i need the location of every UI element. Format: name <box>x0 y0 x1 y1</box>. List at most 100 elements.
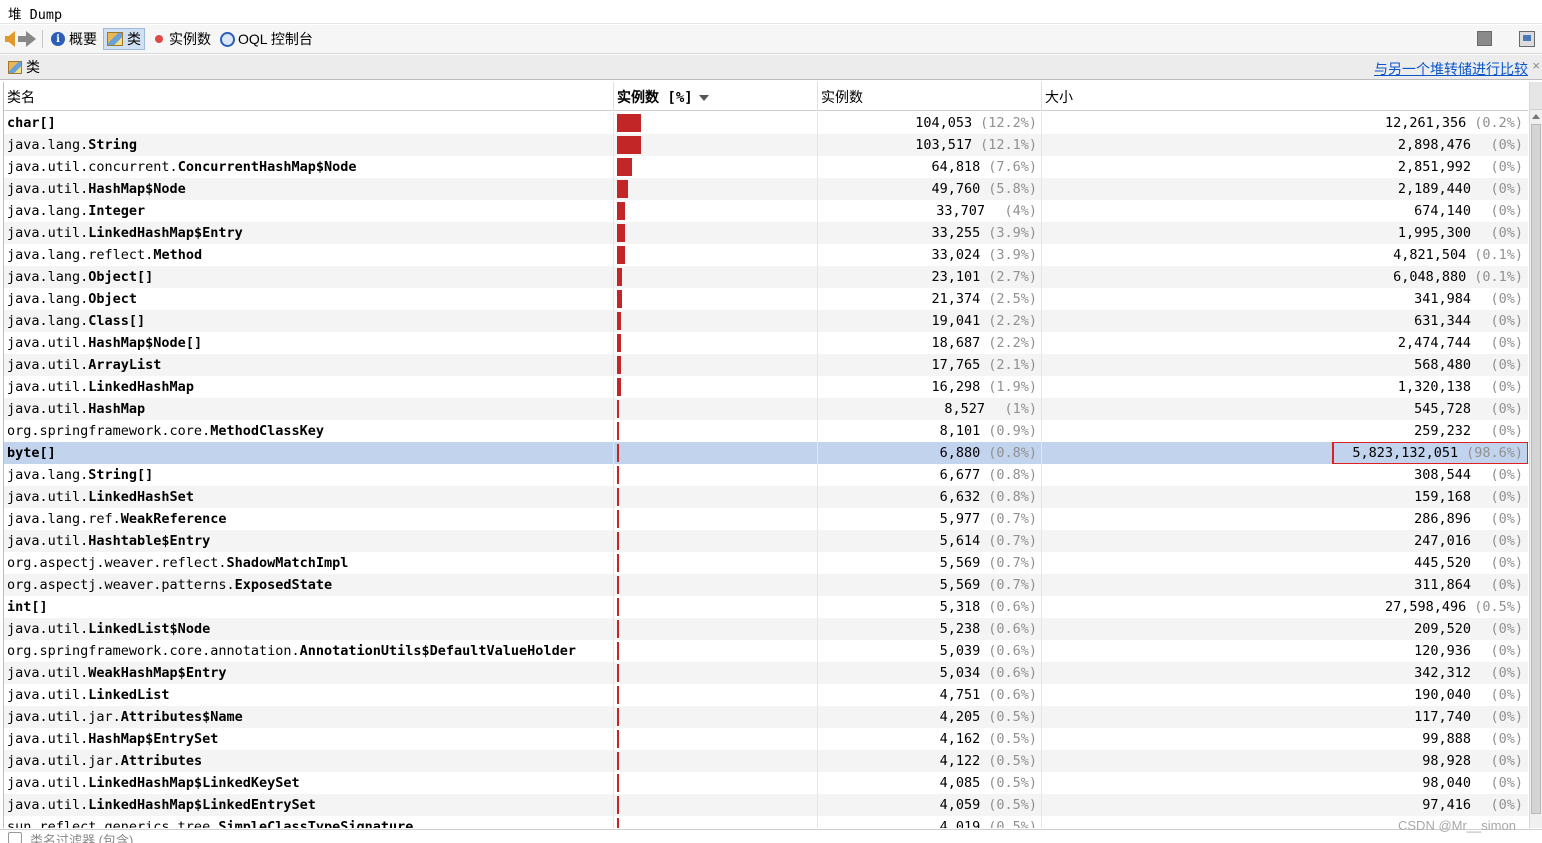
table-row[interactable]: java.util. LinkedHashMap$LinkedKeySet 4,08… <box>4 772 1528 794</box>
table-row[interactable]: java.util. Hashtable$Entry 5,614 (0.7%) 247,… <box>4 530 1528 552</box>
column-header-class-name[interactable]: 类名 <box>4 82 614 111</box>
instance-count-pct: (0.5%) <box>988 797 1037 813</box>
instances-pct-cell <box>614 772 818 794</box>
size-pct: (0%) <box>1490 533 1523 549</box>
table-row[interactable]: java.util. LinkedList 4,751 (0.6%) 190,040 (0… <box>4 684 1528 706</box>
size-bytes: 190,040 <box>1414 687 1471 703</box>
table-row[interactable]: java.util. ArrayList 17,765 (2.1%) 568,480 (0… <box>4 354 1528 376</box>
instance-count-pct: (0.8%) <box>988 489 1037 505</box>
table-row[interactable]: java.util. HashMap$Node 49,760 (5.8%) 2,189,… <box>4 178 1528 200</box>
instances-button[interactable]: 实例数 <box>148 28 214 50</box>
table-row[interactable]: java.util.jar. Attributes$Name 4,205 (0.5%)… <box>4 706 1528 728</box>
table-row[interactable]: org.springframework.core. MethodClassKey 8… <box>4 420 1528 442</box>
table-row[interactable]: java.util. LinkedHashMap$Entry 33,255 (3.9%… <box>4 222 1528 244</box>
table-row[interactable]: java.util. LinkedHashMap 16,298 (1.9%) 1,320… <box>4 376 1528 398</box>
toolbar-separator <box>42 30 43 48</box>
compare-heap-link[interactable]: 与另一个堆转储进行比较 <box>1374 59 1528 79</box>
table-row[interactable]: java.util. HashMap$Node[] 18,687 (2.2%) 2,47… <box>4 332 1528 354</box>
summary-button[interactable]: i 概要 <box>48 28 100 50</box>
table-row[interactable]: java.util. HashMap$EntrySet 4,162 (0.5%) 99,… <box>4 728 1528 750</box>
instances-pct-cell <box>614 750 818 772</box>
table-row[interactable]: java.lang. Integer 33,707 (4%) 674,140 (0%) <box>4 200 1528 222</box>
size-cell: 545,728 (0%) <box>1042 398 1528 420</box>
class-simple-name: LinkedHashMap$LinkedEntrySet <box>88 797 316 813</box>
class-simple-name: HashMap$Node[] <box>88 335 203 351</box>
size-pct: (0%) <box>1490 555 1523 571</box>
table-row[interactable]: org.springframework.core.annotation. Anno… <box>4 640 1528 662</box>
table-row[interactable]: sun.reflect.generics.tree. SimpleClassTyp… <box>4 816 1528 828</box>
table-row[interactable]: java.util. HashMap 8,527 (1%) 545,728 (0%) <box>4 398 1528 420</box>
instances-pct-bar <box>617 444 619 462</box>
column-header-instances[interactable]: 实例数 <box>818 82 1042 111</box>
instance-count-pct: (0.5%) <box>988 709 1037 725</box>
size-bytes: 6,048,880 <box>1393 269 1467 285</box>
table-row[interactable]: java.util. WeakHashMap$Entry 5,034 (0.6%) 34… <box>4 662 1528 684</box>
table-row[interactable]: java.lang. Object[] 23,101 (2.7%) 6,048,880 (… <box>4 266 1528 288</box>
size-value-group: 445,520 (0%) <box>1414 555 1523 571</box>
instance-count-pct: (0.8%) <box>988 445 1037 461</box>
snapshot-icon[interactable] <box>1519 31 1535 47</box>
class-name-cell: java.util. LinkedHashSet <box>4 486 614 508</box>
package-name: java.util. <box>7 687 89 703</box>
class-simple-name: ExposedState <box>234 577 333 593</box>
instances-pct-bar <box>617 708 619 726</box>
instance-count-pct: (7.6%) <box>988 159 1037 175</box>
class-filter-input[interactable]: 类名过滤器 (包含) <box>30 830 133 843</box>
size-cell: 286,896 (0%) <box>1042 508 1528 530</box>
instances-pct-cell <box>614 156 818 178</box>
size-pct: (0%) <box>1490 775 1523 791</box>
table-row[interactable]: java.util. LinkedHashSet 6,632 (0.8%) 159,16… <box>4 486 1528 508</box>
table-row[interactable]: java.util.concurrent. ConcurrentHashMap$N… <box>4 156 1528 178</box>
size-highlight-box: 5,823,132,051 (98.6%) <box>1332 442 1528 464</box>
instance-count: 4,019 <box>939 819 981 828</box>
instances-cell: 33,255 (3.9%) <box>818 222 1042 244</box>
class-name-cell: int[] <box>4 596 614 618</box>
column-header-instances-pct[interactable]: 实例数 [%] <box>614 82 818 111</box>
size-pct: (0%) <box>1490 423 1523 439</box>
scroll-up-icon[interactable] <box>1532 114 1540 119</box>
size-cell: 117,740 (0%) <box>1042 706 1528 728</box>
instances-cell: 5,569 (0.7%) <box>818 574 1042 596</box>
package-name: java.lang. <box>7 137 89 153</box>
instances-cell: 4,751 (0.6%) <box>818 684 1042 706</box>
back-arrow-icon[interactable] <box>5 31 15 47</box>
classes-button[interactable]: 类 <box>103 28 145 50</box>
table-row[interactable]: java.util.jar. Attributes 4,122 (0.5%) 98,92… <box>4 750 1528 772</box>
table-row[interactable]: int[] 5,318 (0.6%) 27,598,496 (0.5%) <box>4 596 1528 618</box>
table-row[interactable]: java.lang.reflect. Method 33,024 (3.9%) 4,82… <box>4 244 1528 266</box>
table-row[interactable]: byte[] 6,880 (0.8%) 5,823,132,051 (98.6%) <box>4 442 1528 464</box>
vertical-scrollbar[interactable] <box>1529 82 1542 828</box>
instances-cell: 21,374 (2.5%) <box>818 288 1042 310</box>
table-row[interactable]: java.lang. String 103,517 (12.1%) 2,898,476 (… <box>4 134 1528 156</box>
instance-count-pct: (2.2%) <box>988 313 1037 329</box>
package-name: org.springframework.core. <box>7 423 211 439</box>
size-pct: (0%) <box>1490 511 1523 527</box>
oql-console-button[interactable]: OQL 控制台 <box>217 28 316 50</box>
table-row[interactable]: java.lang. Object 21,374 (2.5%) 341,984 (0%) <box>4 288 1528 310</box>
size-value-group: 6,048,880 (0.1%) <box>1393 269 1523 285</box>
size-bytes: 117,740 <box>1414 709 1471 725</box>
table-row[interactable]: java.lang. Class[] 19,041 (2.2%) 631,344 (0%) <box>4 310 1528 332</box>
table-row[interactable]: java.lang.ref. WeakReference 5,977 (0.7%) 28… <box>4 508 1528 530</box>
instance-count-pct: (0.7%) <box>988 555 1037 571</box>
forward-arrow-icon[interactable] <box>18 31 36 47</box>
save-heap-icon[interactable] <box>1477 31 1492 46</box>
table-row[interactable]: java.util. LinkedHashMap$LinkedEntrySet 4,… <box>4 794 1528 816</box>
table-row[interactable]: java.util. LinkedList$Node 5,238 (0.6%) 209,… <box>4 618 1528 640</box>
column-header-size[interactable]: 大小 <box>1042 82 1528 111</box>
size-cell: 6,048,880 (0.1%) <box>1042 266 1528 288</box>
table-row[interactable]: java.lang. String[] 6,677 (0.8%) 308,544 (0%) <box>4 464 1528 486</box>
class-filter-bar: 类名过滤器 (包含) <box>0 829 1542 843</box>
close-icon[interactable]: × <box>1532 58 1540 73</box>
table-row[interactable]: char[] 104,053 (12.2%) 12,261,356 (0.2%) <box>4 112 1528 134</box>
instances-pct-bar <box>617 202 625 220</box>
size-pct: (98.6%) <box>1466 445 1523 461</box>
table-row[interactable]: org.aspectj.weaver.reflect. ShadowMatchIm… <box>4 552 1528 574</box>
class-simple-name: ArrayList <box>88 357 162 373</box>
instances-cell: 33,707 (4%) <box>818 200 1042 222</box>
instances-pct-cell <box>614 706 818 728</box>
instance-count: 4,162 <box>939 731 981 747</box>
table-row[interactable]: org.aspectj.weaver.patterns. ExposedState… <box>4 574 1528 596</box>
instances-pct-cell <box>614 552 818 574</box>
scrollbar-thumb[interactable] <box>1531 124 1541 814</box>
